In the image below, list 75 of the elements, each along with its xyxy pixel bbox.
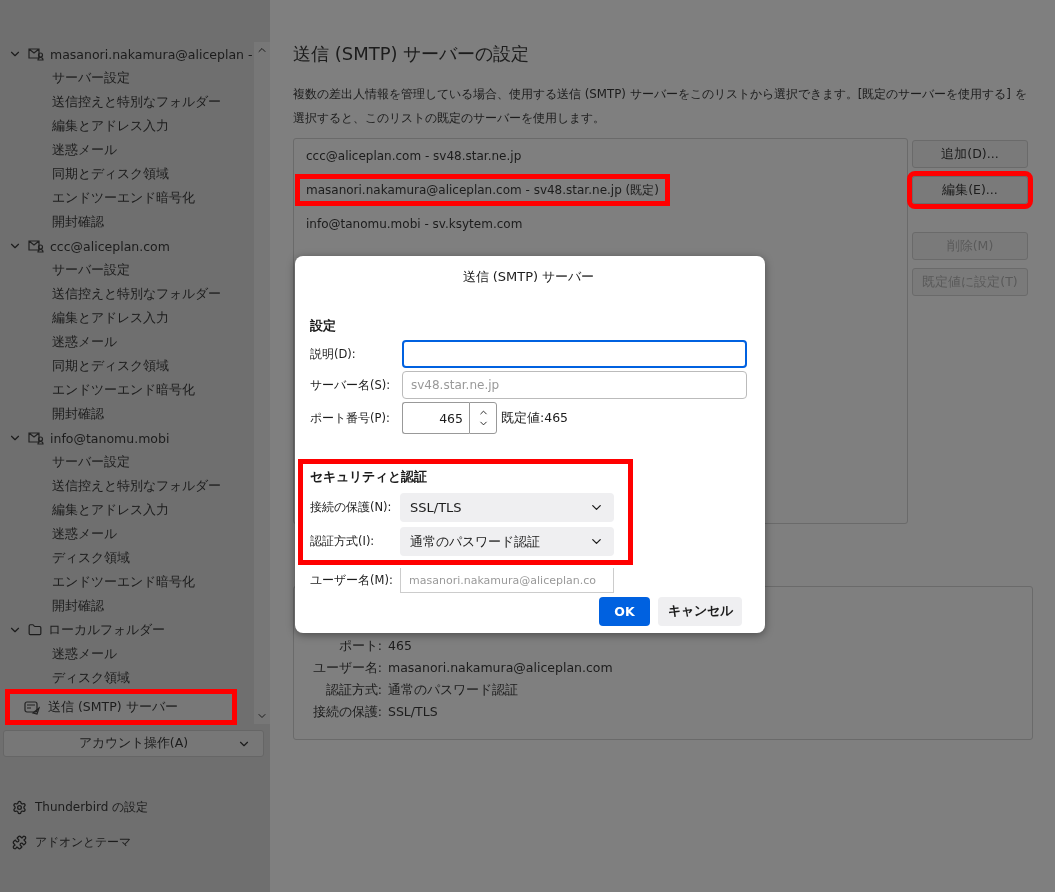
footer-link[interactable]: Thunderbird の設定 bbox=[12, 797, 270, 818]
sidebar-item[interactable]: 迷惑メール bbox=[0, 138, 254, 162]
sidebar-item[interactable]: 送信控えと特別なフォルダー bbox=[0, 282, 254, 306]
sidebar-item[interactable]: 開封確認 bbox=[0, 210, 254, 234]
detail-label: ユーザー名: bbox=[311, 659, 382, 677]
auth-method-select[interactable]: 通常のパスワード認証 bbox=[400, 527, 614, 556]
description-field[interactable] bbox=[402, 340, 747, 368]
detail-label: 接続の保護: bbox=[311, 703, 382, 721]
field-label: 認証方式(I): bbox=[310, 534, 376, 549]
cancel-button[interactable]: キャンセル bbox=[658, 597, 742, 626]
dialog-title: 送信 (SMTP) サーバー bbox=[461, 268, 596, 286]
sidebar-item[interactable]: 迷惑メール bbox=[0, 642, 254, 666]
field-label: 接続の保護(N): bbox=[310, 500, 393, 515]
mail-account-icon bbox=[28, 431, 44, 445]
default-port-text: 既定値:465 bbox=[501, 409, 569, 427]
description-text: 複数の差出人情報を管理している場合、使用する送信 (SMTP) サーバーをこのリストから選択できます。[既定のサーバーを使用する] を選択すると、このリストの既定のサーバーを使用します。 bbox=[293, 86, 1028, 127]
footer-link[interactable]: アドオンとテーマ bbox=[12, 832, 270, 853]
sidebar-item[interactable]: 送信控えと特別なフォルダー bbox=[0, 90, 254, 114]
field-label: ポート番号(P): bbox=[310, 410, 391, 426]
account-row[interactable]: masanori.nakamura@aliceplan - bbox=[0, 42, 254, 66]
sidebar-item[interactable]: 迷惑メール bbox=[0, 522, 254, 546]
section-heading: セキュリティと認証 bbox=[310, 468, 428, 486]
mail-account-icon bbox=[28, 47, 44, 61]
sidebar-item[interactable]: エンドツーエンド暗号化 bbox=[0, 186, 254, 210]
server-row[interactable]: masanori.nakamura@aliceplan.com - sv48.star.ne.jp (既定) bbox=[295, 174, 670, 206]
section-heading: 設定 bbox=[310, 317, 337, 335]
detail-label: 認証方式: bbox=[324, 681, 382, 699]
field-label: 説明(D): bbox=[310, 346, 357, 362]
username-field[interactable]: masanori.nakamura@aliceplan.co bbox=[400, 568, 614, 593]
sidebar-item[interactable]: 編集とアドレス入力 bbox=[0, 498, 254, 522]
field-label: ユーザー名(M): bbox=[310, 573, 394, 588]
sidebar-item[interactable]: ディスク領域 bbox=[0, 666, 254, 690]
server-row[interactable]: info@tanomu.mobi - sv.ksytem.com bbox=[295, 208, 534, 240]
account-name: ccc@aliceplan.com bbox=[50, 238, 170, 254]
mail-account-icon bbox=[28, 239, 44, 253]
sidebar-item[interactable]: 編集とアドレス入力 bbox=[0, 306, 254, 330]
ok-button[interactable]: OK bbox=[599, 597, 650, 626]
sidebar-item[interactable]: サーバー設定 bbox=[0, 66, 254, 90]
sidebar-item[interactable]: 送信控えと特別なフォルダー bbox=[0, 474, 254, 498]
page-title: 送信 (SMTP) サーバーの設定 bbox=[293, 42, 531, 66]
field-label: サーバー名(S): bbox=[310, 377, 392, 393]
account-name: ローカルフォルダー bbox=[48, 621, 165, 639]
detail-value: SSL/TLS bbox=[387, 703, 439, 721]
spinner[interactable] bbox=[469, 402, 497, 434]
scrollbar[interactable] bbox=[254, 42, 270, 724]
sidebar-item[interactable]: 編集とアドレス入力 bbox=[0, 114, 254, 138]
sidebar-item[interactable]: サーバー設定 bbox=[0, 258, 254, 282]
puzzle-icon bbox=[12, 835, 27, 850]
sidebar-item[interactable]: サーバー設定 bbox=[0, 450, 254, 474]
account-name: masanori.nakamura@aliceplan - bbox=[50, 46, 253, 62]
account-actions-button[interactable]: アカウント操作(A) bbox=[3, 730, 264, 757]
sidebar-item[interactable]: ディスク領域 bbox=[0, 546, 254, 570]
account-row[interactable]: info@tanomu.mobi bbox=[0, 426, 254, 450]
account-row[interactable]: ローカルフォルダー bbox=[0, 618, 254, 642]
detail-value: 465 bbox=[387, 637, 413, 655]
server-name-field[interactable]: sv48.star.ne.jp bbox=[402, 371, 747, 399]
sidebar-item[interactable]: 同期とディスク領域 bbox=[0, 354, 254, 378]
sidebar-item[interactable]: 迷惑メール bbox=[0, 330, 254, 354]
detail-value: masanori.nakamura@aliceplan.com bbox=[387, 659, 614, 677]
port-field[interactable]: 465 bbox=[402, 402, 469, 434]
settings-icon bbox=[12, 800, 27, 815]
account-name: info@tanomu.mobi bbox=[50, 430, 170, 446]
sidebar-item[interactable]: エンドツーエンド暗号化 bbox=[0, 570, 254, 594]
account-row[interactable]: ccc@aliceplan.com bbox=[0, 234, 254, 258]
sidebar-item[interactable]: エンドツーエンド暗号化 bbox=[0, 378, 254, 402]
server-row[interactable]: ccc@aliceplan.com - sv48.star.ne.jp bbox=[295, 140, 533, 172]
connection-security-select[interactable]: SSL/TLS bbox=[400, 493, 614, 522]
folder-icon bbox=[28, 623, 42, 637]
outgoing-mail-icon bbox=[24, 699, 40, 715]
detail-label: ポート: bbox=[337, 637, 382, 655]
sidebar-item[interactable]: 同期とディスク領域 bbox=[0, 162, 254, 186]
sidebar-item[interactable]: 開封確認 bbox=[0, 402, 254, 426]
detail-value: 通常のパスワード認証 bbox=[387, 681, 519, 699]
server-action-button[interactable]: 追加(D)... bbox=[912, 140, 1028, 168]
sidebar-item[interactable]: 開封確認 bbox=[0, 594, 254, 618]
